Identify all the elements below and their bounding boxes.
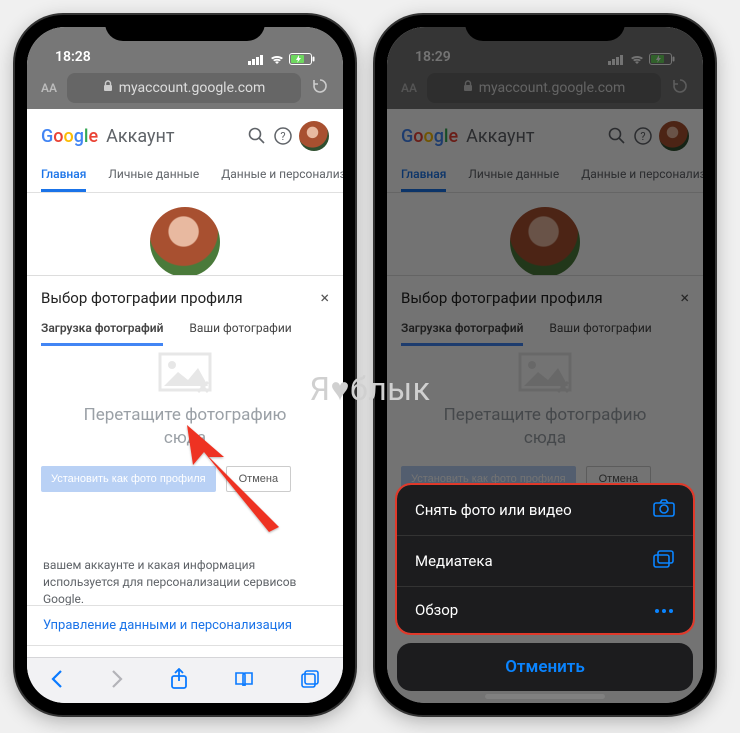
lock-icon [103,80,113,96]
bookmarks-icon[interactable] [234,670,254,692]
action-cancel-button[interactable]: Отменить [397,643,693,691]
notch [465,15,625,41]
account-label: Аккаунт [106,126,174,147]
action-library-label: Медиатека [415,552,493,570]
search-icon[interactable] [247,126,267,146]
photos-stack-icon [653,550,675,572]
avatar[interactable] [299,121,329,151]
action-browse[interactable]: Обзор [397,587,693,633]
battery-icon [289,53,315,65]
phone-left: 18:28 AA myaccount.google.com [15,15,355,715]
tab-home[interactable]: Главная [41,161,86,192]
more-icon [653,601,675,619]
profile-area [27,193,343,277]
photo-picker-dialog: Выбор фотографии профиля × Загрузка фото… [27,275,343,506]
share-icon[interactable] [170,668,188,694]
dialog-tab-yours[interactable]: Ваши фотографии [189,321,291,346]
camera-icon [653,499,675,521]
account-tabs: Главная Личные данные Данные и персонали… [27,161,343,193]
info-text: вашем аккаунте и какая информация исполь… [27,557,343,607]
action-sheet: Снять фото или видео Медиатека Обзор Отм… [397,485,693,691]
dropzone[interactable]: Перетащите фотографию сюда [41,346,329,460]
action-sheet-group: Снять фото или видео Медиатека Обзор [397,485,693,633]
safari-toolbar [27,657,343,703]
action-take-photo[interactable]: Снять фото или видео [397,485,693,536]
notch [105,15,265,41]
close-icon[interactable]: × [320,288,329,307]
image-placeholder-icon [158,352,212,396]
action-take-photo-label: Снять фото или видео [415,501,572,519]
cancel-button[interactable]: Отмена [226,466,291,492]
dialog-tab-upload[interactable]: Загрузка фотографий [41,321,163,346]
dialog-tabs: Загрузка фотографий Ваши фотографии [41,321,329,346]
help-icon[interactable]: ? [273,126,293,146]
dialog-title: Выбор фотографии профиля [41,289,243,307]
manage-data-link[interactable]: Управление данными и персонализация [27,605,343,646]
status-icons [248,53,315,65]
tabs-icon[interactable] [300,669,320,693]
phone-right: 18:29 AA myaccount.google.com [375,15,715,715]
reader-aa-button[interactable]: AA [41,81,57,95]
svg-text:?: ? [280,130,285,143]
screen-right: 18:29 AA myaccount.google.com [387,27,703,703]
reload-icon[interactable] [311,77,329,99]
url-text: myaccount.google.com [119,80,266,96]
forward-icon[interactable] [110,669,124,693]
cellular-icon [248,54,265,65]
profile-avatar[interactable] [150,207,220,277]
set-profile-photo-button[interactable]: Установить как фото профиля [41,466,216,492]
screen-left: 18:28 AA myaccount.google.com [27,27,343,703]
google-logo: Google [41,126,98,147]
home-indicator [485,694,605,699]
dropzone-line2: сюда [164,428,206,448]
google-header: Google Аккаунт ? [27,109,343,161]
status-time: 18:28 [55,49,91,65]
safari-url-bar: AA myaccount.google.com [27,67,343,109]
tab-data[interactable]: Данные и персонализ [221,161,343,192]
back-icon[interactable] [50,669,64,693]
url-field[interactable]: myaccount.google.com [67,73,301,103]
action-browse-label: Обзор [415,601,458,619]
action-photo-library[interactable]: Медиатека [397,536,693,587]
wifi-icon [269,54,285,65]
tab-personal[interactable]: Личные данные [108,161,199,192]
dropzone-line1: Перетащите фотографию [84,405,287,425]
